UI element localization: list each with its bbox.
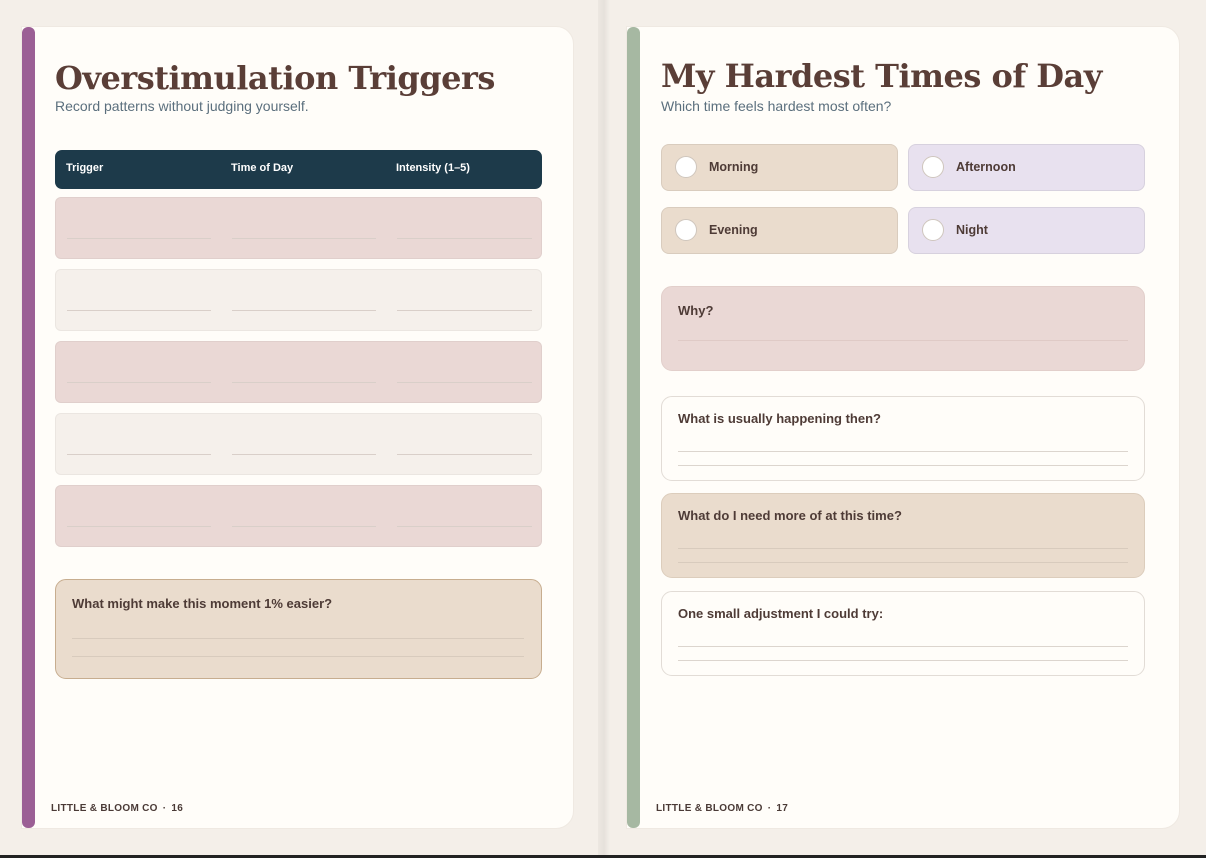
- radio-button[interactable]: [922, 156, 944, 178]
- option-morning[interactable]: Morning: [661, 144, 898, 191]
- table-row[interactable]: [55, 413, 542, 475]
- write-line: [397, 526, 532, 527]
- write-line: [72, 638, 524, 639]
- write-line: [72, 656, 524, 657]
- write-line: [678, 660, 1128, 661]
- write-line: [67, 526, 211, 527]
- right-accent-strip: [627, 27, 640, 828]
- write-line: [232, 238, 376, 239]
- adjustment-prompt-label: One small adjustment I could try:: [678, 606, 884, 621]
- footer-brand: LITTLE & BLOOM CO: [656, 803, 763, 814]
- option-afternoon[interactable]: Afternoon: [908, 144, 1145, 191]
- footer-separator: ·: [162, 803, 167, 814]
- column-header-trigger: Trigger: [66, 162, 104, 174]
- easier-prompt-box[interactable]: What might make this moment 1% easier?: [55, 579, 542, 679]
- page-number: 16: [171, 803, 184, 814]
- table-row[interactable]: [55, 341, 542, 403]
- write-line: [678, 562, 1128, 563]
- book-spine-shadow: [598, 0, 610, 858]
- table-header: Trigger Time of Day Intensity (1–5): [55, 150, 542, 189]
- write-line: [678, 548, 1128, 549]
- write-line: [397, 454, 532, 455]
- need-more-prompt-box[interactable]: What do I need more of at this time?: [661, 493, 1145, 578]
- write-line: [232, 454, 376, 455]
- page-number: 17: [776, 803, 789, 814]
- table-row[interactable]: [55, 269, 542, 331]
- write-line: [67, 238, 211, 239]
- option-night[interactable]: Night: [908, 207, 1145, 254]
- write-line: [678, 465, 1128, 466]
- option-label: Afternoon: [956, 160, 1016, 174]
- need-more-prompt-label: What do I need more of at this time?: [678, 508, 902, 523]
- column-header-intensity: Intensity (1–5): [396, 162, 470, 174]
- write-line: [397, 382, 532, 383]
- happening-prompt-label: What is usually happening then?: [678, 411, 881, 426]
- option-label: Evening: [709, 223, 758, 237]
- page-title: Overstimulation Triggers: [55, 59, 495, 97]
- table-row[interactable]: [55, 485, 542, 547]
- write-line: [67, 382, 211, 383]
- footer-separator: ·: [767, 803, 772, 814]
- happening-prompt-box[interactable]: What is usually happening then?: [661, 396, 1145, 481]
- page-footer: LITTLE & BLOOM CO · 17: [656, 803, 788, 814]
- left-accent-strip: [22, 27, 35, 828]
- option-label: Night: [956, 223, 988, 237]
- left-page: Overstimulation Triggers Record patterns…: [21, 26, 574, 829]
- write-line: [678, 451, 1128, 452]
- option-label: Morning: [709, 160, 759, 174]
- write-line: [232, 526, 376, 527]
- option-evening[interactable]: Evening: [661, 207, 898, 254]
- write-line: [232, 382, 376, 383]
- column-header-time: Time of Day: [231, 162, 294, 174]
- why-prompt-box[interactable]: Why?: [661, 286, 1145, 371]
- why-prompt-label: Why?: [678, 303, 714, 318]
- page-subtitle: Record patterns without judging yourself…: [55, 98, 309, 114]
- radio-button[interactable]: [675, 219, 697, 241]
- page-title: My Hardest Times of Day: [661, 57, 1102, 95]
- radio-button[interactable]: [675, 156, 697, 178]
- write-line: [678, 646, 1128, 647]
- right-page: My Hardest Times of Day Which time feels…: [626, 26, 1180, 829]
- footer-brand: LITTLE & BLOOM CO: [51, 803, 158, 814]
- table-row[interactable]: [55, 197, 542, 259]
- page-footer: LITTLE & BLOOM CO · 16: [51, 803, 183, 814]
- write-line: [397, 310, 532, 311]
- write-line: [232, 310, 376, 311]
- write-line: [678, 340, 1128, 341]
- write-line: [67, 454, 211, 455]
- write-line: [397, 238, 532, 239]
- easier-prompt-label: What might make this moment 1% easier?: [72, 596, 333, 611]
- page-subtitle: Which time feels hardest most often?: [661, 98, 892, 114]
- write-line: [67, 310, 211, 311]
- adjustment-prompt-box[interactable]: One small adjustment I could try:: [661, 591, 1145, 676]
- radio-button[interactable]: [922, 219, 944, 241]
